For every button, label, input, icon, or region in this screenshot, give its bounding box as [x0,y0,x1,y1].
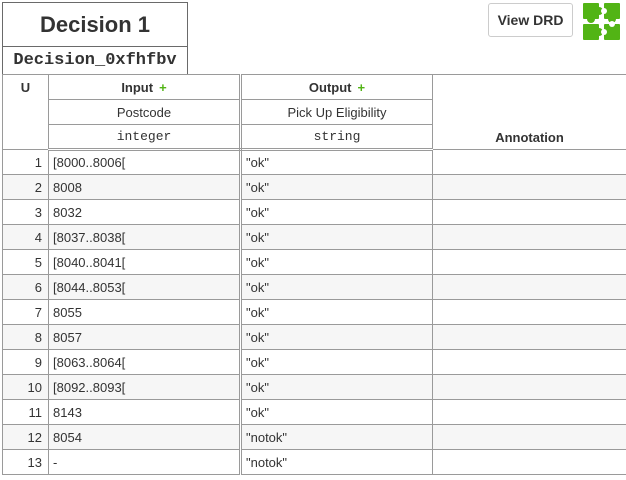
input-entry[interactable]: 8054 [48,424,242,450]
input-entry[interactable]: 8057 [48,324,242,350]
input-entry[interactable]: 8055 [48,299,242,325]
view-drd-button[interactable]: View DRD [488,3,573,37]
rule-index: 6 [2,274,49,300]
output-label: Output [308,79,352,95]
output-entry[interactable]: "notok" [240,449,433,475]
annotation-entry[interactable] [432,424,626,450]
output-entry[interactable]: "ok" [240,174,433,200]
output-entry[interactable]: "ok" [240,299,433,325]
rule-index: 1 [2,149,49,175]
annotation-entry[interactable] [432,174,626,200]
rule-index: 9 [2,349,49,375]
table-row: 8 8057 "ok" [2,324,626,350]
input-entry[interactable]: [8063..8064[ [48,349,242,375]
rule-index: 2 [2,174,49,200]
table-row: 4 [8037..8038["ok" [2,224,626,250]
input-column-header[interactable]: Input + [48,74,242,100]
table-row: 12 8054 "notok" [2,424,626,450]
annotation-entry[interactable] [432,274,626,300]
hit-policy-cell[interactable]: U [2,74,49,150]
output-entry[interactable]: "ok" [240,349,433,375]
annotation-entry[interactable] [432,249,626,275]
output-entry[interactable]: "ok" [240,224,433,250]
rule-index: 13 [2,449,49,475]
rule-index: 7 [2,299,49,325]
table-row: 1 [8000..8006["ok" [2,149,626,175]
input-entry[interactable]: [8040..8041[ [48,249,242,275]
annotation-entry[interactable] [432,349,626,375]
input-entry[interactable]: [8092..8093[ [48,374,242,400]
input-entry[interactable]: - [48,449,242,475]
rule-index: 3 [2,199,49,225]
annotation-column-header: Annotation [432,74,626,150]
table-row: 13- "notok" [2,449,626,475]
output-entry[interactable]: "ok" [240,274,433,300]
table-row: 5 [8040..8041["ok" [2,249,626,275]
input-type[interactable]: integer [48,124,242,151]
output-entry[interactable]: "ok" [240,374,433,400]
rule-index: 8 [2,324,49,350]
output-name[interactable]: Pick Up Eligibility [240,99,433,125]
rule-index: 4 [2,224,49,250]
decision-name[interactable]: Decision 1 [2,2,188,46]
annotation-entry[interactable] [432,199,626,225]
table-row: 9 [8063..8064["ok" [2,349,626,375]
input-entry[interactable]: 8032 [48,199,242,225]
input-label: Input [121,79,154,95]
output-entry[interactable]: "ok" [240,249,433,275]
output-entry[interactable]: "ok" [240,149,433,175]
input-entry[interactable]: 8008 [48,174,242,200]
annotation-entry[interactable] [432,324,626,350]
add-output-icon[interactable]: + [358,80,366,95]
rule-index: 10 [2,374,49,400]
table-row: 3 8032 "ok" [2,199,626,225]
table-row: 6 [8044..8053["ok" [2,274,626,300]
input-entry[interactable]: [8044..8053[ [48,274,242,300]
output-entry[interactable]: "ok" [240,199,433,225]
annotation-entry[interactable] [432,449,626,475]
output-type[interactable]: string [240,124,433,151]
add-input-icon[interactable]: + [159,80,167,95]
annotation-entry[interactable] [432,374,626,400]
input-entry[interactable]: 8143 [48,399,242,425]
decision-table: U Input + Output + Annotation Postcode Pic… [2,74,626,475]
output-entry[interactable]: "ok" [240,324,433,350]
annotation-entry[interactable] [432,399,626,425]
table-row: 11 8143 "ok" [2,399,626,425]
input-expression[interactable]: Postcode [48,99,242,125]
input-entry[interactable]: [8037..8038[ [48,224,242,250]
table-row: 10 [8092..8093["ok" [2,374,626,400]
output-entry[interactable]: "ok" [240,399,433,425]
rule-index: 5 [2,249,49,275]
output-entry[interactable]: "notok" [240,424,433,450]
annotation-entry[interactable] [432,299,626,325]
table-row: 7 8055 "ok" [2,299,626,325]
output-column-header[interactable]: Output + [240,74,433,100]
rule-index: 11 [2,399,49,425]
camunda-puzzle-logo-icon [583,3,620,40]
annotation-entry[interactable] [432,149,626,175]
input-entry[interactable]: [8000..8006[ [48,149,242,175]
table-row: 2 8008 "ok" [2,174,626,200]
rule-index: 12 [2,424,49,450]
annotation-entry[interactable] [432,224,626,250]
decision-id[interactable]: Decision_0xfhfbv [2,46,188,74]
